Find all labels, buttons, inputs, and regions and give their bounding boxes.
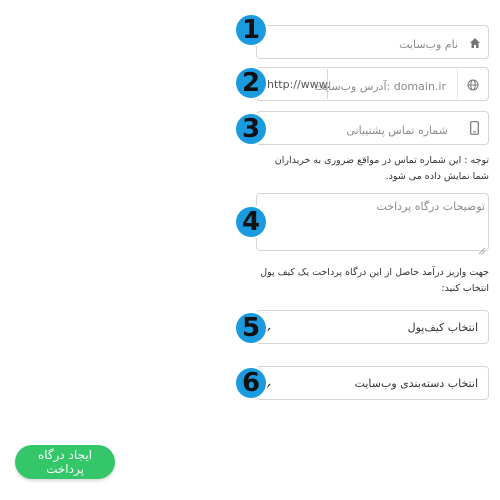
create-gateway-button[interactable]: ایجاد درگاه پرداخت [15, 445, 115, 479]
support-phone-input[interactable] [271, 121, 450, 139]
wallet-select[interactable]: انتخاب کیف‌پول [256, 310, 489, 344]
category-select[interactable]: انتخاب دسته‌بندی وب‌سایت [256, 366, 489, 400]
site-name-field[interactable] [256, 25, 489, 59]
site-url-field[interactable]: http://www. [256, 67, 489, 101]
support-phone-field[interactable] [256, 111, 489, 145]
step-badge-4: 4 [236, 207, 266, 237]
url-icon-divider [457, 69, 458, 99]
globe-icon [466, 78, 479, 91]
step-badge-1: 1 [236, 15, 266, 45]
step-badge-5: 5 [236, 313, 266, 343]
wallet-note: جهت واریز درآمد حاصل از این درگاه پرداخت… [260, 267, 489, 294]
home-icon [468, 36, 481, 49]
mobile-phone-icon [469, 120, 479, 136]
description-textarea[interactable] [261, 198, 487, 248]
phone-note: توجه : این شماره تماس در مواقع ضروری به … [274, 155, 489, 182]
wallet-select-value: انتخاب کیف‌پول [407, 321, 478, 334]
description-field[interactable] [256, 193, 489, 255]
category-select-value: انتخاب دسته‌بندی وب‌سایت [354, 377, 478, 390]
site-url-input[interactable] [304, 77, 448, 95]
step-badge-3: 3 [236, 114, 266, 144]
step-badge-6: 6 [236, 368, 266, 398]
resize-handle-icon[interactable] [478, 240, 486, 255]
site-name-input[interactable] [266, 35, 460, 53]
step-badge-2: 2 [236, 68, 266, 98]
